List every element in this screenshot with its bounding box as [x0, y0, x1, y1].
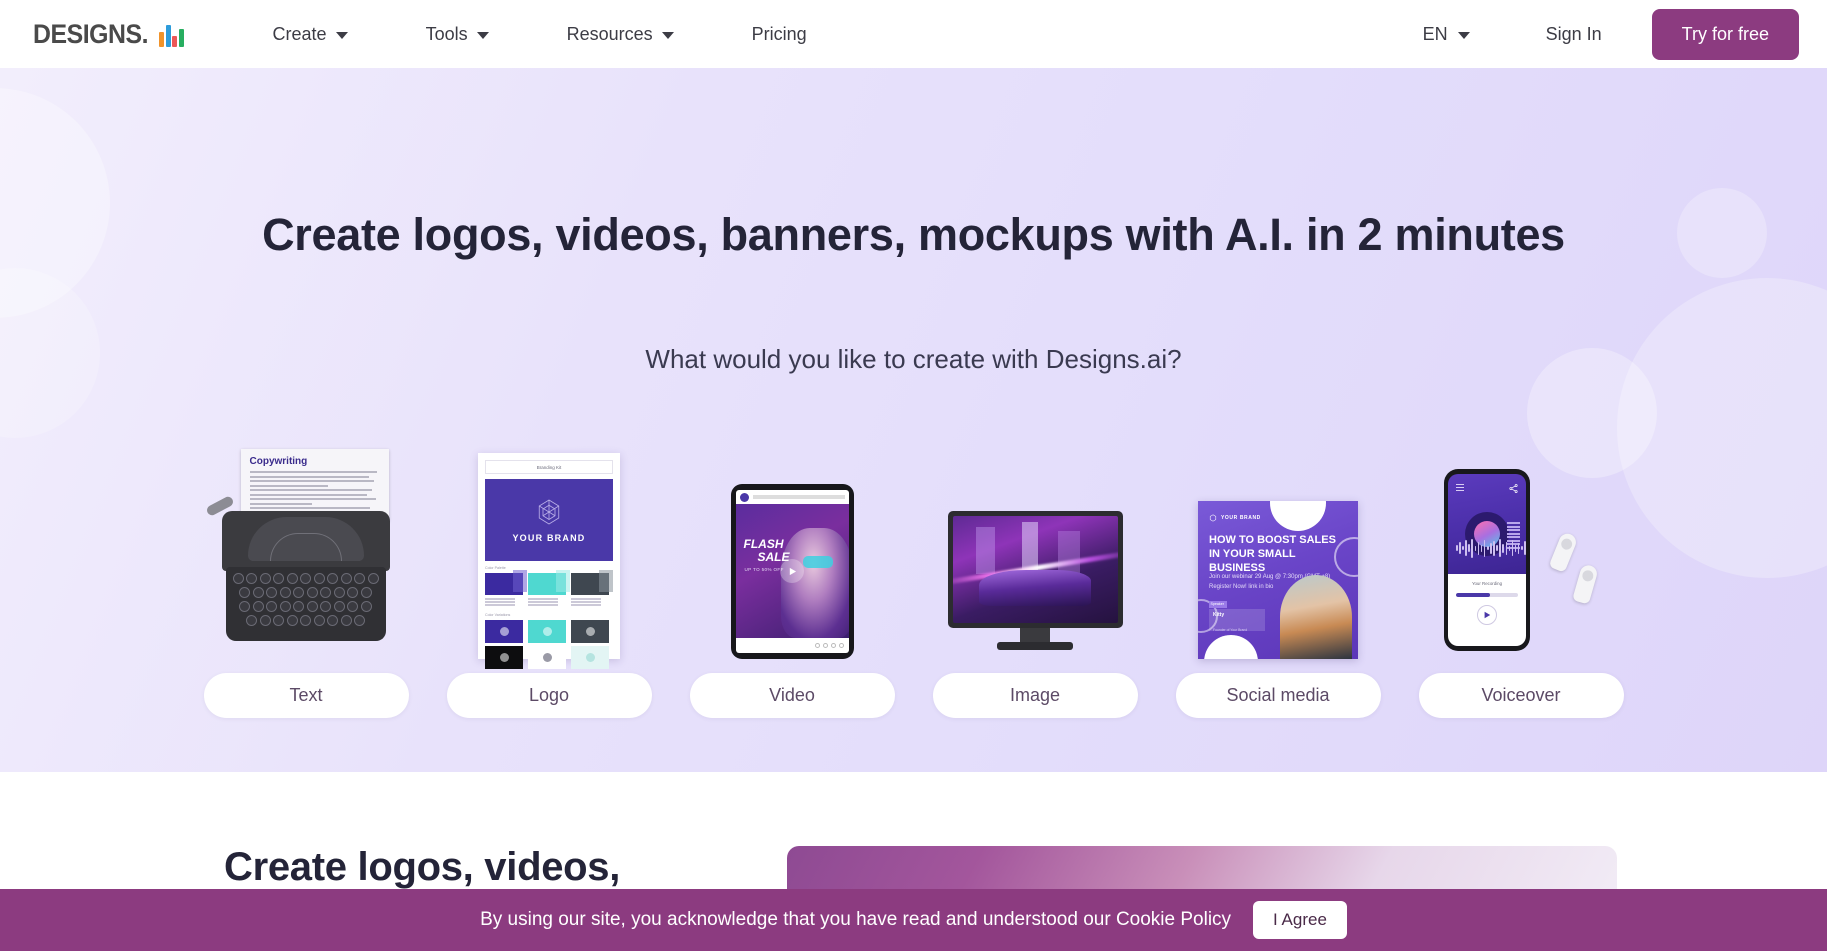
nav-right-group: EN Sign In Try for free — [1409, 8, 1799, 60]
tablet-video-frame: FLASH SALE UP TO 50% OFF — [735, 504, 849, 638]
tablet-subline: UP TO 50% OFF — [744, 567, 784, 572]
hero-subtitle: What would you like to create with Desig… — [645, 344, 1182, 374]
phone-player-bottom: Your Recording — [1448, 574, 1526, 646]
monitor-screen — [952, 516, 1118, 623]
tablet-post-footer — [736, 638, 849, 653]
social-speaker-name: Kitty — [1213, 612, 1225, 618]
page-root: DESIGNS. Create Tools Resources Pricing … — [0, 0, 1827, 951]
share-icon[interactable] — [1509, 484, 1518, 495]
vr-girl-figure — [780, 528, 849, 638]
chevron-down-icon — [661, 31, 674, 39]
category-card-logo[interactable]: Branding Kit YOUR BRAND Color Palette Co… — [446, 431, 652, 718]
brand-sheet-top-label: Branding Kit — [485, 460, 613, 474]
tablet-headline: FLASH SALE — [743, 537, 790, 564]
cookie-agree-button[interactable]: I Agree — [1253, 901, 1347, 939]
chevron-down-icon — [1457, 31, 1470, 39]
monitor-neck — [1020, 628, 1050, 642]
speaker-portrait — [1280, 575, 1352, 659]
social-speaker-tag: Speaker — [1210, 602, 1224, 606]
thumbnail-tablet-video: FLASH SALE UP TO 50% OFF — [690, 431, 895, 659]
monitor-body — [947, 511, 1123, 628]
nav-label-tools: Tools — [425, 23, 468, 44]
nav-item-pricing[interactable]: Pricing — [730, 14, 829, 55]
progress-bar[interactable] — [1456, 593, 1518, 598]
nav-label-resources: Resources — [566, 23, 653, 44]
brand-polygon-icon — [1209, 514, 1217, 522]
language-label: EN — [1422, 23, 1448, 44]
avatar — [739, 492, 749, 502]
monitor-base — [997, 642, 1073, 650]
phone-player-top — [1448, 474, 1526, 575]
top-navbar: DESIGNS. Create Tools Resources Pricing … — [0, 0, 1827, 68]
thumbnail-monitor-image — [933, 431, 1138, 659]
thumbnail-phone-voiceover: Your Recording — [1419, 431, 1624, 659]
brand-sheet-palette-label: Color Palette — [485, 566, 506, 570]
logo-wordmark: DESIGNS. — [33, 18, 149, 49]
nav-item-create[interactable]: Create — [251, 14, 370, 55]
main-nav: Create Tools Resources Pricing — [251, 14, 829, 55]
hero-title: Create logos, videos, banners, mockups w… — [262, 209, 1565, 260]
typewriter-paper-heading: Copywriting — [249, 456, 308, 467]
category-button-text[interactable]: Text — [203, 673, 409, 718]
category-card-voiceover[interactable]: Your Recording Voiceover — [1418, 431, 1624, 718]
brand-sheet-variations-row1 — [485, 619, 613, 643]
nav-item-resources[interactable]: Resources — [545, 14, 696, 55]
brand-sheet-swatches — [485, 570, 613, 608]
chevron-down-icon — [335, 31, 348, 39]
category-card-row: Copywriting Text Branding Kit YOUR BRAND… — [203, 449, 1624, 718]
category-button-video[interactable]: Video — [689, 673, 895, 718]
waveform — [1456, 538, 1526, 558]
decorative-blob — [1677, 188, 1767, 278]
social-headline: HOW TO BOOST SALES IN YOUR SMALL BUSINES… — [1209, 534, 1336, 574]
earbud-icon — [1548, 531, 1579, 573]
category-card-text[interactable]: Copywriting Text — [203, 431, 409, 718]
try-for-free-button[interactable]: Try for free — [1651, 8, 1799, 60]
language-selector[interactable]: EN — [1409, 16, 1484, 53]
social-speaker-box: Kitty Founder of Your Brand — [1209, 609, 1265, 632]
chevron-down-icon — [476, 31, 489, 39]
play-icon[interactable] — [780, 559, 804, 583]
brand-sheet-variation-label: Color Variations — [485, 612, 511, 617]
cookie-banner: By using our site, you acknowledge that … — [0, 889, 1827, 951]
category-button-voiceover[interactable]: Voiceover — [1418, 673, 1624, 718]
category-card-image[interactable]: Image — [932, 431, 1138, 718]
category-button-logo[interactable]: Logo — [446, 673, 652, 718]
menu-icon[interactable] — [1456, 484, 1464, 492]
track-title: Your Recording — [1471, 581, 1503, 587]
site-logo[interactable]: DESIGNS. — [33, 19, 184, 50]
brand-sheet-name: YOUR BRAND — [512, 533, 586, 543]
nav-label-pricing: Pricing — [751, 23, 807, 44]
thumbnail-typewriter: Copywriting — [204, 431, 409, 659]
social-speaker-role: Founder of Your Brand — [1213, 628, 1248, 632]
category-button-image[interactable]: Image — [932, 673, 1138, 718]
category-card-social-media[interactable]: YOUR BRAND HOW TO BOOST SALES IN YOUR SM… — [1175, 431, 1381, 718]
brand-sheet-hero: YOUR BRAND — [485, 479, 613, 561]
category-card-video[interactable]: FLASH SALE UP TO 50% OFF Video — [689, 431, 895, 718]
thumbnail-social-post: YOUR BRAND HOW TO BOOST SALES IN YOUR SM… — [1176, 431, 1381, 659]
social-brand-tag: YOUR BRAND — [1209, 514, 1261, 522]
typewriter-keys — [225, 567, 386, 641]
ai-logo-mark-icon — [159, 21, 184, 47]
cookie-message: By using our site, you acknowledge that … — [480, 909, 1232, 930]
category-button-social-media[interactable]: Social media — [1175, 673, 1381, 718]
brand-polygon-icon — [538, 499, 560, 525]
brand-sheet-variations-row2 — [485, 645, 613, 669]
earbud-icon — [1572, 563, 1599, 605]
sign-in-link[interactable]: Sign In — [1530, 16, 1618, 53]
nav-label-create: Create — [272, 23, 327, 44]
hero-section: Create logos, videos, banners, mockups w… — [0, 68, 1827, 772]
thumbnail-brand-sheet: Branding Kit YOUR BRAND Color Palette Co… — [447, 431, 652, 669]
sports-car-figure — [978, 569, 1092, 606]
play-icon[interactable] — [1477, 605, 1497, 626]
tablet-post-header — [736, 490, 849, 504]
vr-headset — [802, 556, 833, 568]
decorative-blob — [0, 268, 100, 438]
nav-item-tools[interactable]: Tools — [404, 14, 511, 55]
